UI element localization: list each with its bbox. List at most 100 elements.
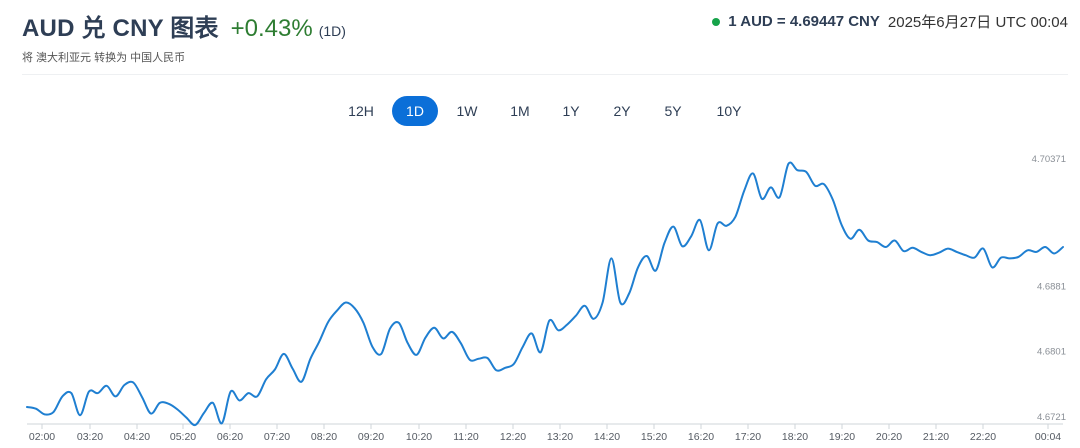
data-point — [504, 367, 506, 369]
data-point — [699, 219, 701, 221]
data-point — [920, 251, 922, 253]
x-tick-label: 16:20 — [688, 431, 714, 443]
data-point — [1009, 257, 1011, 259]
data-point — [841, 224, 843, 226]
data-point — [982, 248, 984, 250]
data-point — [974, 257, 976, 259]
data-point — [442, 337, 444, 339]
data-point — [274, 369, 276, 371]
data-point — [814, 185, 816, 187]
data-point — [1035, 251, 1037, 253]
x-tick-label: 21:20 — [923, 431, 949, 443]
x-tick-label: 10:20 — [406, 431, 432, 443]
data-point — [566, 324, 568, 326]
x-tick-label: 04:20 — [124, 431, 150, 443]
data-point — [26, 406, 28, 408]
data-point — [858, 229, 860, 231]
data-point — [602, 302, 604, 304]
x-tick-label: 22:20 — [970, 431, 996, 443]
data-point — [628, 293, 630, 295]
data-point — [265, 378, 267, 380]
x-tick-label: 03:20 — [77, 431, 103, 443]
data-point — [336, 310, 338, 312]
data-point — [363, 322, 365, 324]
data-point — [247, 392, 249, 394]
data-point — [610, 257, 612, 259]
data-point — [123, 384, 125, 386]
data-point — [832, 199, 834, 201]
data-point — [221, 422, 223, 424]
data-point — [389, 328, 391, 330]
data-point — [548, 320, 550, 322]
data-point — [79, 414, 81, 416]
data-point — [664, 242, 666, 244]
data-point — [637, 266, 639, 268]
data-point — [53, 411, 55, 413]
data-point — [593, 318, 595, 320]
data-point — [451, 331, 453, 333]
data-point — [929, 254, 931, 256]
data-point — [1053, 253, 1055, 255]
data-point — [867, 240, 869, 242]
data-point — [912, 247, 914, 249]
data-point — [752, 173, 754, 175]
data-point — [159, 402, 161, 404]
data-point — [203, 412, 205, 414]
x-tick-label: 02:00 — [29, 431, 55, 443]
data-point — [478, 358, 480, 360]
data-point — [398, 322, 400, 324]
data-point — [1062, 246, 1064, 248]
data-point — [1044, 246, 1046, 248]
x-tick-label: 20:20 — [876, 431, 902, 443]
data-point — [150, 413, 152, 415]
x-tick-label: 07:20 — [264, 431, 290, 443]
y-tick-label: 4.6881 — [1037, 281, 1066, 292]
data-point — [681, 245, 683, 247]
data-point — [743, 190, 745, 192]
rate-line-chart: 4.70371 4.6881 4.6801 4.6721 02:00 03:20 04:20… — [26, 154, 1066, 443]
data-point — [309, 358, 311, 360]
x-tick-label: 13:20 — [547, 431, 573, 443]
x-tick-label: 11:20 — [453, 431, 479, 443]
data-point — [690, 235, 692, 237]
data-point — [194, 424, 196, 426]
data-point — [212, 402, 214, 404]
data-point — [185, 417, 187, 419]
x-tick-label: 09:20 — [358, 431, 384, 443]
data-point — [35, 408, 37, 410]
data-point — [354, 307, 356, 309]
data-point — [903, 250, 905, 252]
x-tick-label: 15:20 — [641, 431, 667, 443]
x-tick-label: 05:20 — [170, 431, 196, 443]
data-point — [522, 346, 524, 348]
x-tick-label: 06:20 — [217, 431, 243, 443]
data-point — [655, 270, 657, 272]
data-point — [885, 246, 887, 248]
data-point — [345, 302, 347, 304]
data-point — [956, 251, 958, 253]
data-point — [88, 391, 90, 393]
data-point — [407, 342, 409, 344]
data-point — [805, 171, 807, 173]
x-tick-label: 19:20 — [829, 431, 855, 443]
data-point — [425, 337, 427, 339]
data-point — [132, 382, 134, 384]
data-point — [876, 241, 878, 243]
data-point — [850, 238, 852, 240]
data-point — [256, 395, 258, 397]
data-point — [894, 240, 896, 242]
x-tick-label: 17:20 — [735, 431, 761, 443]
data-point — [301, 381, 303, 383]
data-point — [106, 385, 108, 387]
y-tick-label: 4.6801 — [1037, 347, 1066, 358]
data-point — [531, 333, 533, 335]
data-point — [575, 315, 577, 317]
data-point — [584, 305, 586, 307]
y-tick-label: 4.6721 — [1037, 412, 1066, 423]
data-point — [327, 321, 329, 323]
data-point — [1027, 249, 1029, 251]
data-point — [486, 357, 488, 359]
data-point — [761, 198, 763, 200]
data-point — [947, 248, 949, 250]
data-point — [230, 391, 232, 393]
